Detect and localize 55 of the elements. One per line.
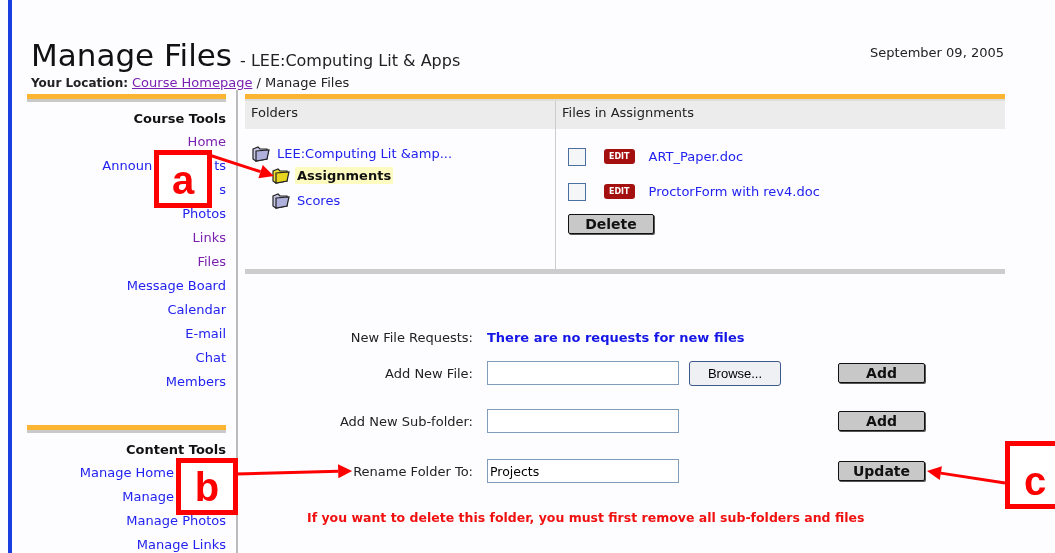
status-message: There are no requests for new files <box>487 329 745 345</box>
action-button[interactable]: Add <box>838 411 925 431</box>
sidebar-link[interactable]: Links <box>192 229 226 245</box>
field-label: Rename Folder To: <box>353 463 473 479</box>
folder-item[interactable]: Assignments <box>295 167 394 184</box>
action-button[interactable]: Update <box>838 461 925 481</box>
field-label: New File Requests: <box>350 329 473 345</box>
sidebar-link[interactable]: Manage <box>122 488 174 504</box>
sidebar-link[interactable]: ts <box>214 157 226 173</box>
sidebar-link[interactable]: Announ <box>102 157 153 173</box>
sidebar-link[interactable]: Chat <box>195 349 226 365</box>
panel-header: Folders <box>245 101 555 129</box>
course-name: - LEE:Computing Lit & Apps <box>240 51 461 70</box>
sidebar-link[interactable]: Manage Home <box>79 464 174 480</box>
section-title: Course Tools <box>133 111 226 126</box>
edit-button[interactable]: EDIT <box>604 149 635 164</box>
text-field[interactable] <box>487 361 679 385</box>
breadcrumb-link[interactable]: Course Homepage <box>132 75 253 90</box>
callout-label: b <box>176 458 238 515</box>
text-field[interactable]: Projects <box>487 459 679 483</box>
checkbox[interactable] <box>568 182 586 201</box>
file-link[interactable]: ART_Paper.doc <box>648 149 744 164</box>
sidebar-link[interactable]: Photos <box>182 205 226 221</box>
folder-icon <box>252 145 270 162</box>
callout-label: c <box>1005 441 1055 509</box>
file-link[interactable]: ProctorForm with rev4.doc <box>648 184 820 199</box>
edit-button[interactable]: EDIT <box>604 184 635 199</box>
breadcrumb-current: / Manage Files <box>256 75 350 90</box>
text-field[interactable] <box>487 409 679 433</box>
checkbox[interactable] <box>568 147 586 166</box>
action-button[interactable]: Add <box>838 363 925 383</box>
sidebar-link[interactable]: E-mail <box>185 325 226 341</box>
page-title: Manage Files <box>31 37 232 73</box>
location-label: Your Location: <box>31 76 128 90</box>
section-title: Content Tools <box>126 442 226 457</box>
sidebar-link[interactable]: Files <box>197 253 226 269</box>
field-label: Add New File: <box>385 365 473 381</box>
field-label: Add New Sub-folder: <box>339 413 473 429</box>
date-text: September 09, 2005 <box>870 45 1004 60</box>
folder-item[interactable]: LEE:Computing Lit &amp... <box>275 145 455 162</box>
sidebar-link[interactable]: Manage Photos <box>126 512 226 528</box>
folder-item[interactable]: Scores <box>295 192 343 209</box>
delete-button[interactable]: Delete <box>568 214 654 234</box>
sidebar-link[interactable]: Message Board <box>126 277 226 293</box>
sidebar-link[interactable]: s <box>219 181 226 197</box>
warning-text: If you want to delete this folder, you must first remove all sub-folders and files <box>307 510 865 525</box>
folder-icon <box>272 167 290 184</box>
sidebar-link[interactable]: Manage Links <box>136 536 226 552</box>
sidebar-link[interactable]: Calendar <box>167 301 226 317</box>
browse-button[interactable]: Browse... <box>689 360 781 386</box>
sidebar-link[interactable]: Home <box>187 133 226 149</box>
sidebar-link[interactable]: Members <box>165 373 226 389</box>
callout-label: a <box>154 149 213 208</box>
folder-icon <box>272 192 290 209</box>
panel-header: Files in Assignments <box>556 101 1005 129</box>
